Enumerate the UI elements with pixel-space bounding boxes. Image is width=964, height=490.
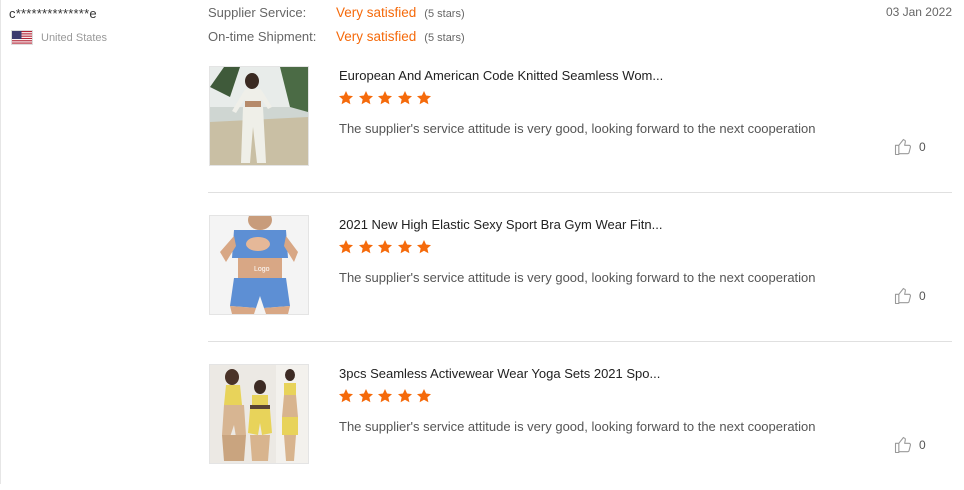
star-icon [358,239,374,255]
rating-value: Very satisfied [336,5,416,20]
star-icon [338,90,354,106]
review-item: European And American Code Knitted Seaml… [208,66,952,193]
rating-supplier-service: Supplier Service: Very satisfied (5 star… [208,5,465,29]
review-comment: The supplier's service attitude is very … [339,268,839,287]
us-flag-icon [11,30,33,45]
product-title[interactable]: European And American Code Knitted Seaml… [339,68,663,83]
star-icon [397,388,413,404]
star-icon [416,239,432,255]
like-button[interactable]: 0 [893,137,926,157]
rating-label: On-time Shipment: [208,29,336,44]
product-title[interactable]: 3pcs Seamless Activewear Wear Yoga Sets … [339,366,660,381]
like-count: 0 [919,140,926,154]
rating-on-time-shipment: On-time Shipment: Very satisfied (5 star… [208,29,465,53]
product-image[interactable] [209,364,309,464]
rating-label: Supplier Service: [208,5,336,20]
star-icon [416,90,432,106]
star-icon [377,90,393,106]
like-button[interactable]: 0 [893,286,926,306]
product-title[interactable]: 2021 New High Elastic Sexy Sport Bra Gym… [339,217,662,232]
review-comment: The supplier's service attitude is very … [339,119,839,138]
star-icon [377,388,393,404]
rating-stars-text: (5 stars) [424,8,464,20]
reviewer-name: c**************e [9,6,97,21]
star-icon [397,90,413,106]
star-icon [397,239,413,255]
review-comment: The supplier's service attitude is very … [339,417,839,436]
star-icon [338,239,354,255]
country-name: United States [41,32,107,44]
product-star-rating [338,388,436,404]
supplier-ratings: Supplier Service: Very satisfied (5 star… [208,5,465,53]
reviewer-country: United States [11,30,107,45]
rating-value: Very satisfied [336,29,416,44]
star-icon [358,90,374,106]
star-icon [358,388,374,404]
image-logo-text: Logo [254,266,270,273]
reviewer-panel: c**************e United States [0,0,201,484]
product-image[interactable] [209,66,309,166]
review-item: Logo 2021 New High Elastic Sexy Sport Br… [208,215,952,342]
star-icon [377,239,393,255]
like-count: 0 [919,289,926,303]
review-item: 3pcs Seamless Activewear Wear Yoga Sets … [208,364,952,490]
review-date: 03 Jan 2022 [886,5,952,19]
like-button[interactable]: 0 [893,435,926,455]
product-star-rating [338,90,436,106]
product-star-rating [338,239,436,255]
rating-stars-text: (5 stars) [424,32,464,44]
thumbs-up-icon [893,435,913,455]
thumbs-up-icon [893,286,913,306]
star-icon [416,388,432,404]
like-count: 0 [919,438,926,452]
thumbs-up-icon [893,137,913,157]
product-image[interactable]: Logo [209,215,309,315]
star-icon [338,388,354,404]
